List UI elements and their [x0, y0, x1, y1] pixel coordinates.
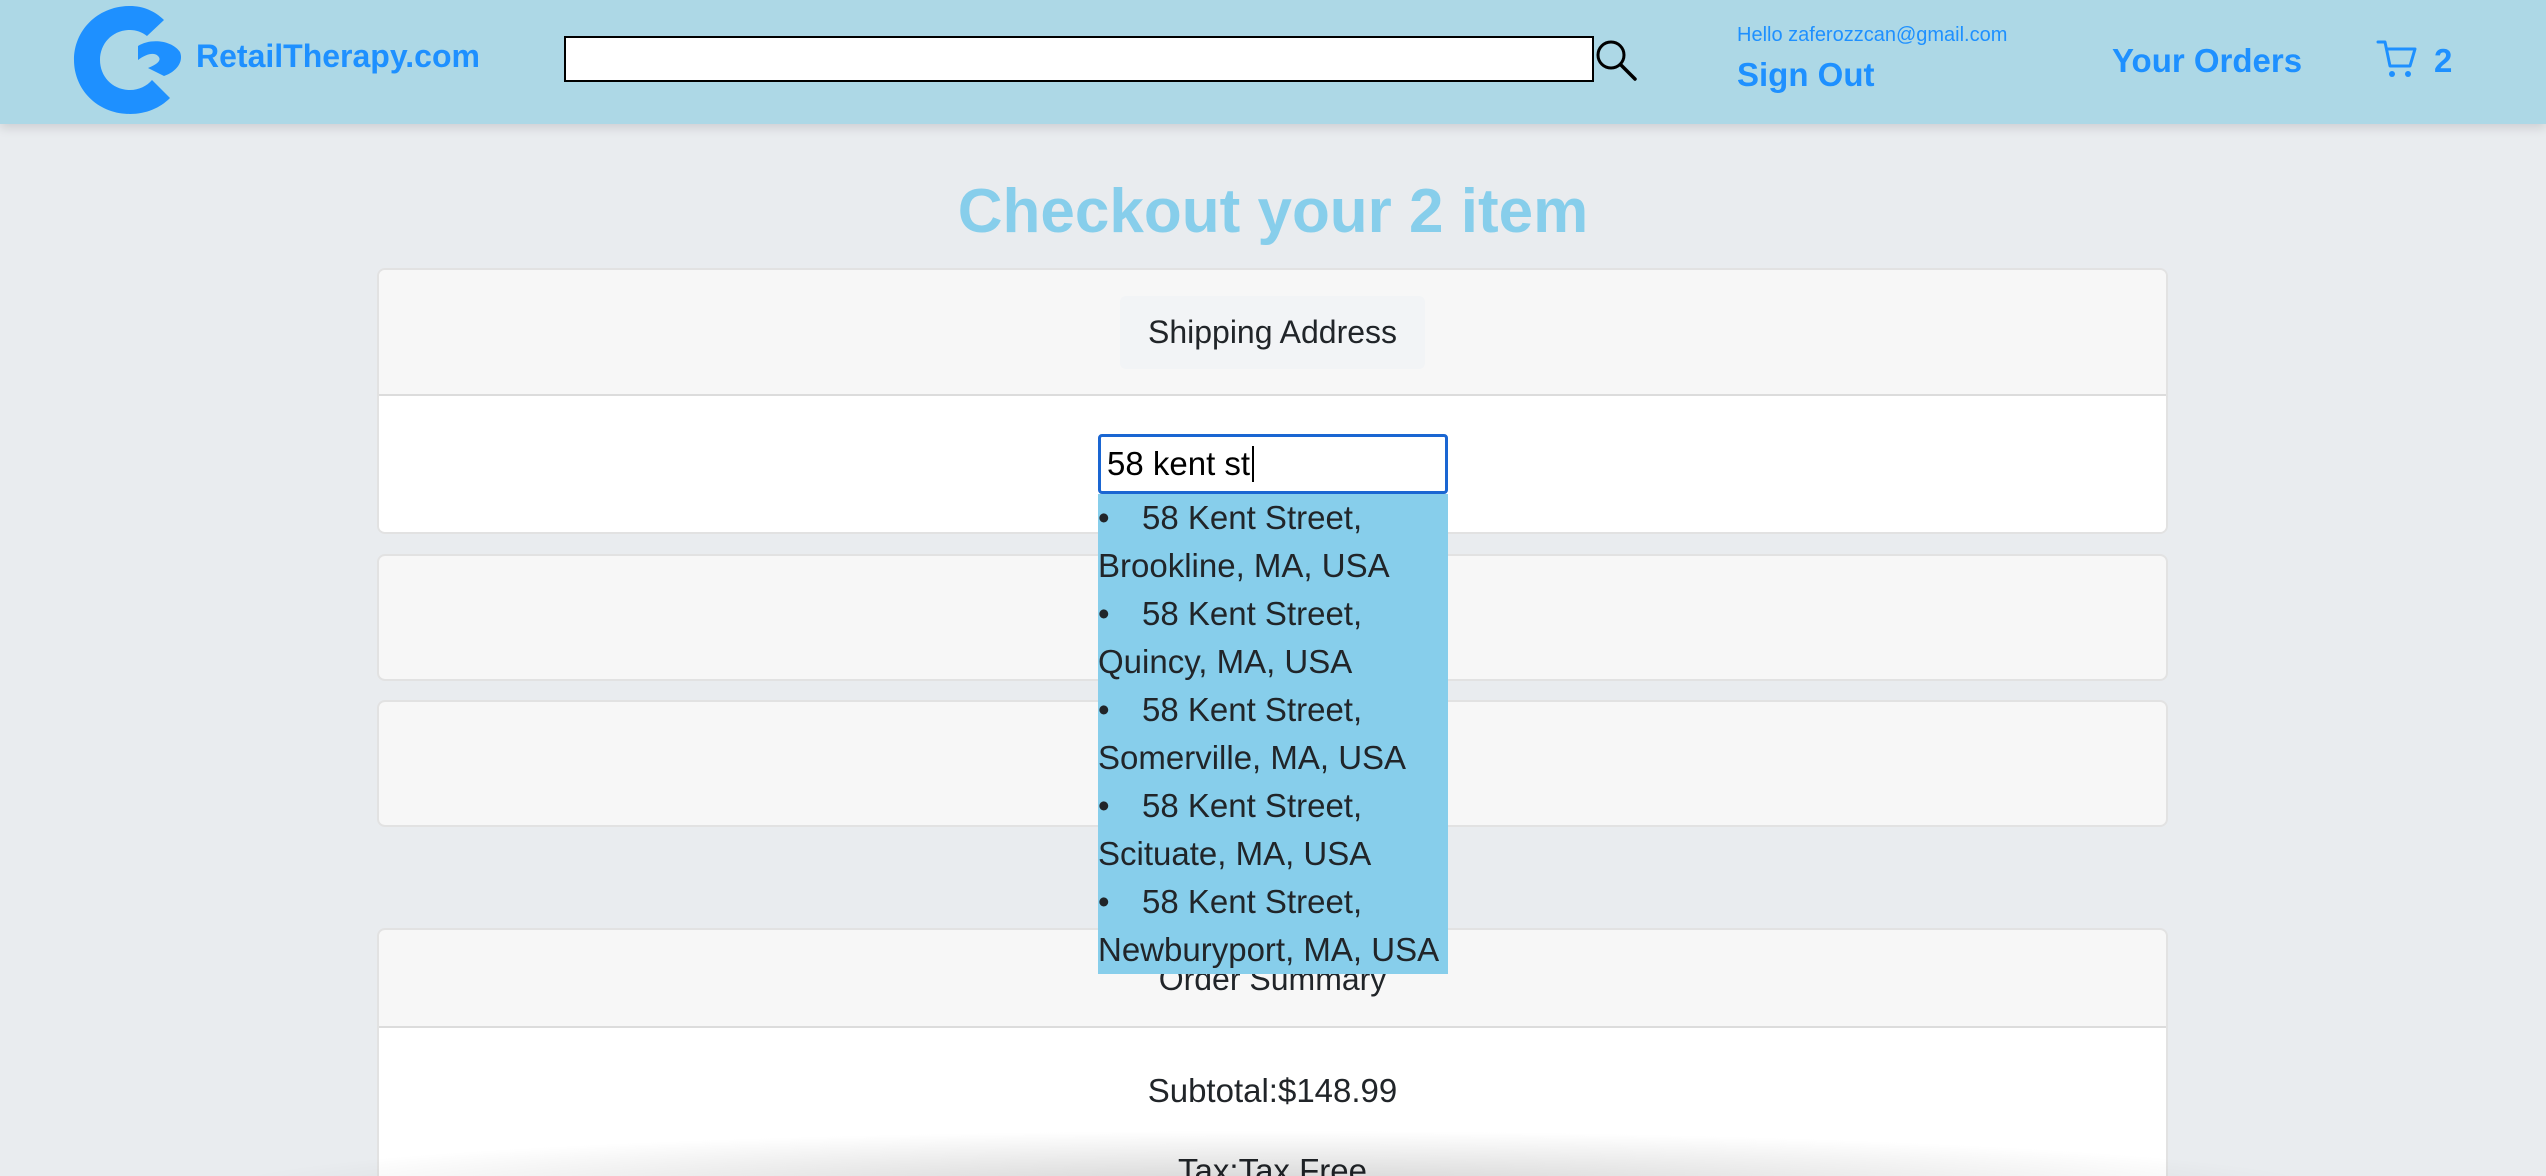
sign-out-link[interactable]: Sign Out — [1737, 56, 1874, 94]
suggestion-street: 58 Kent Street, — [1142, 787, 1363, 824]
suggestion-street: 58 Kent Street, — [1142, 691, 1363, 728]
subtotal-text: Subtotal:$148.99 — [1147, 1072, 1398, 1109]
suggestion-city: Quincy, MA, USA — [1098, 643, 1353, 680]
suggestion-item[interactable]: • 58 Kent Street, Newburyport, MA, USA — [1098, 878, 1448, 974]
suggestion-street: 58 Kent Street, — [1142, 883, 1363, 920]
cart-icon[interactable] — [2376, 38, 2418, 80]
tax-text: Tax:Tax Free — [1178, 1152, 1367, 1176]
logo-icon[interactable] — [68, 2, 188, 118]
bullet: • — [1098, 883, 1110, 920]
suggestion-item[interactable]: • 58 Kent Street, Brookline, MA, USA — [1098, 494, 1448, 590]
suggestion-city: Brookline, MA, USA — [1098, 547, 1390, 584]
suggestion-item[interactable]: • 58 Kent Street, Somerville, MA, USA — [1098, 686, 1448, 782]
suggestion-city: Newburyport, MA, USA — [1098, 931, 1440, 968]
shipping-address-header: Shipping Address — [379, 270, 2166, 396]
order-summary-body: Subtotal:$148.99 Tax:Tax Free — [379, 1028, 2166, 1176]
address-input[interactable] — [1098, 434, 1448, 494]
top-navbar: RetailTherapy.com Hello zaferozzcan@gmai… — [0, 0, 2546, 124]
bullet: • — [1098, 595, 1110, 632]
search-input[interactable] — [564, 36, 1594, 82]
search-icon[interactable] — [1594, 38, 1638, 82]
address-suggestions-dropdown: • 58 Kent Street, Brookline, MA, USA • 58 … — [1098, 494, 1448, 974]
suggestion-item[interactable]: • 58 Kent Street, Quincy, MA, USA — [1098, 590, 1448, 686]
suggestion-city: Scituate, MA, USA — [1098, 835, 1372, 872]
cart-count-badge[interactable]: 2 — [2434, 42, 2452, 80]
suggestion-city: Somerville, MA, USA — [1098, 739, 1407, 776]
bullet: • — [1098, 499, 1110, 536]
suggestion-street: 58 Kent Street, — [1142, 595, 1363, 632]
shipping-address-title: Shipping Address — [1119, 295, 1426, 369]
text-caret — [1252, 446, 1254, 482]
brand-name[interactable]: RetailTherapy.com — [196, 38, 480, 75]
bullet: • — [1098, 691, 1110, 728]
suggestion-street: 58 Kent Street, — [1142, 499, 1363, 536]
page-title: Checkout your 2 item — [957, 177, 1589, 246]
suggestion-item[interactable]: • 58 Kent Street, Scituate, MA, USA — [1098, 782, 1448, 878]
user-greeting: Hello zaferozzcan@gmail.com — [1737, 24, 2008, 46]
your-orders-link[interactable]: Your Orders — [2112, 42, 2302, 80]
bullet: • — [1098, 787, 1110, 824]
